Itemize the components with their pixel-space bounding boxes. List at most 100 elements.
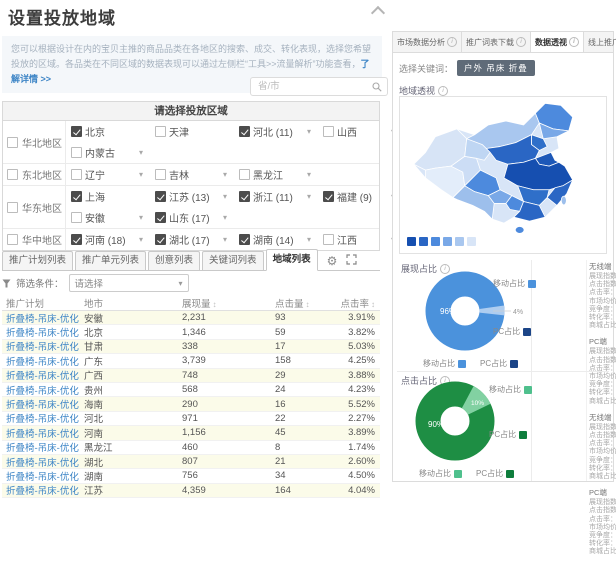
sort-icon[interactable]: ↕	[213, 300, 217, 309]
province-checkbox[interactable]	[71, 212, 82, 223]
region-group-checkbox[interactable]	[7, 137, 18, 148]
table-row[interactable]: 折叠椅-吊床-优化湖北807212.60%	[2, 455, 380, 469]
legend-label: PC占比	[489, 429, 516, 440]
plan-link[interactable]: 折叠椅-吊床-优化	[2, 397, 84, 411]
plan-link[interactable]: 折叠椅-吊床-优化	[2, 411, 84, 425]
table-row[interactable]: 折叠椅-吊床-优化贵州568244.23%	[2, 383, 380, 397]
tab-1[interactable]: 推广单元列表	[75, 251, 146, 270]
province-checkbox[interactable]	[155, 212, 166, 223]
table-row[interactable]: 折叠椅-吊床-优化甘肃338175.03%	[2, 340, 380, 354]
table-row[interactable]: 折叠椅-吊床-优化广东3,7391584.25%	[2, 354, 380, 368]
rtab-0[interactable]: 市场数据分析i	[393, 32, 462, 52]
clicks-cell: 16	[275, 399, 337, 410]
table-row[interactable]: 折叠椅-吊床-优化海南290165.52%	[2, 397, 380, 411]
province-checkbox[interactable]	[155, 234, 166, 245]
sort-icon[interactable]: ↕	[306, 300, 310, 309]
province-checkbox[interactable]	[323, 126, 334, 137]
table-row[interactable]: 折叠椅-吊床-优化河南1,156453.89%	[2, 426, 380, 440]
table-row[interactable]: 折叠椅-吊床-优化广西748293.88%	[2, 369, 380, 383]
impressions-cell: 748	[182, 370, 275, 381]
table-row[interactable]: 折叠椅-吊床-优化江苏4,3591644.04%	[2, 484, 380, 498]
province-checkbox[interactable]	[71, 126, 82, 137]
impressions-cell: 338	[182, 341, 275, 352]
region-group-lines: 上海江苏 (13)▾浙江 (11)▾福建 (9)▾安徽▾山东 (17)▾	[66, 186, 402, 228]
gear-icon[interactable]: ⚙	[327, 255, 338, 267]
plan-link[interactable]: 折叠椅-吊床-优化	[2, 368, 84, 382]
rtab-1[interactable]: 推广词表下载i	[462, 32, 531, 52]
info-icon[interactable]: i	[438, 86, 448, 96]
plan-link[interactable]: 折叠椅-吊床-优化	[2, 440, 84, 454]
city-cell: 贵州	[84, 383, 182, 397]
region-group-checkbox[interactable]	[7, 202, 18, 213]
filter-select[interactable]: 请选择 ▾	[69, 274, 189, 292]
collapse-chevron-icon[interactable]	[371, 6, 385, 20]
region-group-checkbox[interactable]	[7, 234, 18, 245]
detail-line: 转化率：	[589, 540, 616, 548]
province-checkbox[interactable]	[323, 234, 334, 245]
dropdown-caret-icon[interactable]: ▾	[307, 170, 311, 179]
plan-link[interactable]: 折叠椅-吊床-优化	[2, 469, 84, 483]
province-checkbox[interactable]	[239, 126, 250, 137]
rtab-3[interactable]: 线上推广排名i	[584, 32, 616, 52]
sort-icon[interactable]: ↕	[371, 300, 375, 309]
china-map[interactable]	[400, 97, 606, 253]
province-label: 湖南 (14)	[253, 232, 294, 247]
tab-2[interactable]: 创意列表	[148, 251, 200, 270]
table-row[interactable]: 折叠椅-吊床-优化湖南756344.50%	[2, 469, 380, 483]
detail-line: 展现指数：	[589, 499, 616, 507]
plan-link[interactable]: 折叠椅-吊床-优化	[2, 311, 84, 325]
province-checkbox[interactable]	[155, 126, 166, 137]
dropdown-caret-icon[interactable]: ▾	[223, 235, 227, 244]
dropdown-caret-icon[interactable]: ▾	[139, 170, 143, 179]
region-group-checkbox[interactable]	[7, 169, 18, 180]
plan-link[interactable]: 折叠椅-吊床-优化	[2, 426, 84, 440]
table-row[interactable]: 折叠椅-吊床-优化北京1,346593.82%	[2, 325, 380, 339]
legend-swatch	[528, 280, 536, 288]
province-checkbox[interactable]	[239, 191, 250, 202]
province-checkbox[interactable]	[71, 191, 82, 202]
fullscreen-icon[interactable]	[346, 254, 357, 267]
province-checkbox[interactable]	[155, 191, 166, 202]
dropdown-caret-icon[interactable]: ▾	[139, 235, 143, 244]
tab-4[interactable]: 地域列表	[266, 249, 318, 271]
province-checkbox[interactable]	[71, 147, 82, 158]
table-row[interactable]: 折叠椅-吊床-优化黑龙江46081.74%	[2, 441, 380, 455]
rtab-2[interactable]: 数据透视i	[531, 32, 584, 52]
province-checkbox[interactable]	[155, 169, 166, 180]
plan-link[interactable]: 折叠椅-吊床-优化	[2, 339, 84, 353]
table-row[interactable]: 折叠椅-吊床-优化安徽2,231933.91%	[2, 311, 380, 325]
province-checkbox[interactable]	[239, 234, 250, 245]
region-line: 北京天津河北 (11)▾山西▾	[66, 121, 402, 142]
dropdown-caret-icon[interactable]: ▾	[223, 192, 227, 201]
dropdown-caret-icon[interactable]: ▾	[223, 170, 227, 179]
tab-0[interactable]: 推广计划列表	[2, 251, 73, 270]
province-checkbox[interactable]	[239, 169, 250, 180]
detail-block-header: 无线端	[589, 412, 616, 423]
map-legend-swatch	[455, 237, 464, 246]
region-line: 上海江苏 (13)▾浙江 (11)▾福建 (9)▾	[66, 186, 402, 207]
table-row[interactable]: 折叠椅-吊床-优化河北971222.27%	[2, 412, 380, 426]
plan-link[interactable]: 折叠椅-吊床-优化	[2, 455, 84, 469]
dropdown-caret-icon[interactable]: ▾	[307, 127, 311, 136]
detail-line: 竞争度：	[589, 306, 616, 314]
province-checkbox[interactable]	[323, 191, 334, 202]
dropdown-caret-icon[interactable]: ▾	[307, 192, 311, 201]
region-group-label: 华北地区	[22, 135, 62, 150]
plan-link[interactable]: 折叠椅-吊床-优化	[2, 354, 84, 368]
province-label: 上海	[85, 189, 105, 204]
plan-link[interactable]: 折叠椅-吊床-优化	[2, 325, 84, 339]
province-checkbox[interactable]	[71, 169, 82, 180]
keyword-tag[interactable]: 户外 吊床 折叠	[457, 60, 535, 76]
tab-3[interactable]: 关键词列表	[202, 251, 264, 270]
plan-link[interactable]: 折叠椅-吊床-优化	[2, 383, 84, 397]
province-checkbox[interactable]	[71, 234, 82, 245]
region-group-row: 华北地区北京天津河北 (11)▾山西▾内蒙古▾	[3, 121, 379, 164]
region-group-row: 东北地区辽宁▾吉林▾黑龙江▾	[3, 164, 379, 186]
search-input[interactable]	[256, 80, 372, 93]
dropdown-caret-icon[interactable]: ▾	[139, 148, 143, 157]
dropdown-caret-icon[interactable]: ▾	[307, 235, 311, 244]
plan-link[interactable]: 折叠椅-吊床-优化	[2, 483, 84, 497]
dropdown-caret-icon[interactable]: ▾	[139, 213, 143, 222]
dropdown-caret-icon[interactable]: ▾	[223, 213, 227, 222]
search-box[interactable]	[250, 77, 388, 96]
